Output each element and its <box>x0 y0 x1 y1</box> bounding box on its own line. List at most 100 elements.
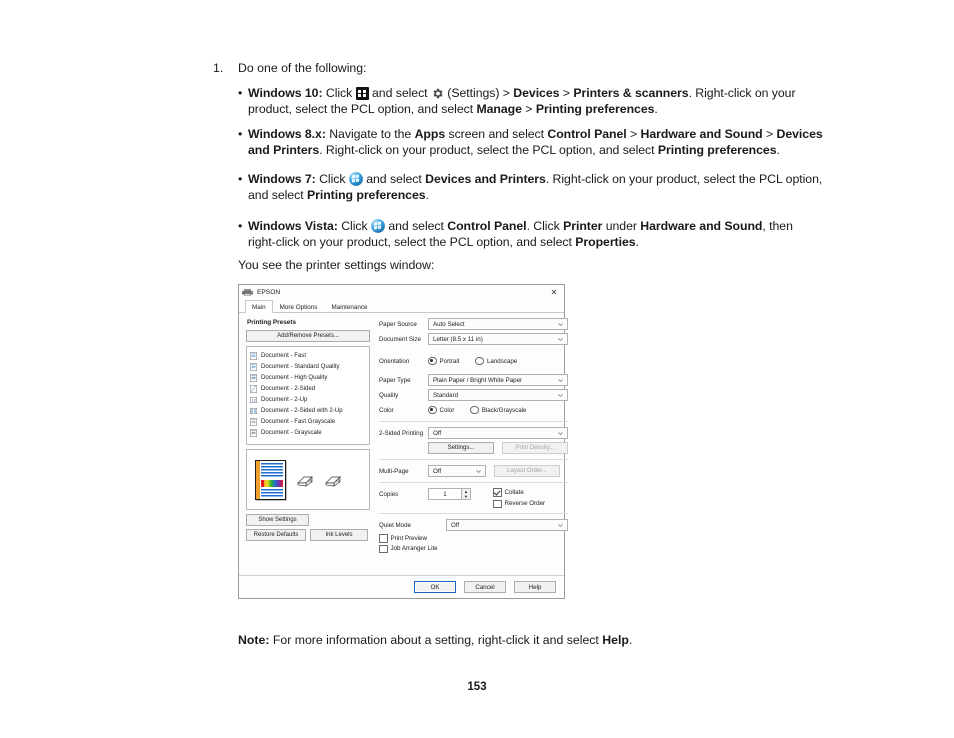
multi-page-label: Multi-Page <box>379 467 409 475</box>
numbered-step: 1. Do one of the following: <box>213 61 833 76</box>
stepper-down-icon[interactable]: ▼ <box>462 494 470 499</box>
quiet-mode-row: Quiet Mode Off <box>379 519 568 531</box>
orientation-landscape-radio[interactable]: Landscape <box>475 356 517 366</box>
list-item[interactable]: Document - Grayscale <box>250 427 367 438</box>
step-number: 1. <box>213 61 224 75</box>
copies-input[interactable]: 1 <box>428 488 462 500</box>
bullet-windows-vista: • Windows Vista: Click and select Contro… <box>238 219 793 249</box>
dialog-footer: OK Cancel Help <box>239 575 564 598</box>
list-item-label: Document - Fast <box>261 352 307 359</box>
printing-presets-title: Printing Presets <box>247 319 297 326</box>
bullet-marker: • <box>238 219 243 233</box>
settings-button[interactable]: Settings... <box>428 442 494 454</box>
dialog-title: EPSON <box>257 289 281 296</box>
two-sided-printing-select[interactable]: Off <box>428 427 568 439</box>
document-icon <box>250 351 257 360</box>
bullet-marker: • <box>238 86 243 100</box>
list-item-label: Document - High Quality <box>261 374 328 381</box>
print-preview-checkbox[interactable]: Print Preview <box>379 534 568 543</box>
cancel-button[interactable]: Cancel <box>464 581 506 593</box>
bullet-label: Windows 8.x: <box>248 127 326 141</box>
multi-page-select[interactable]: Off <box>428 465 486 477</box>
two-sided-two-up-icon <box>250 407 257 415</box>
copies-row: Copies 1 ▲ ▼ Collate Reverse Order <box>379 488 568 508</box>
restore-defaults-button[interactable]: Restore Defaults <box>246 529 306 541</box>
svg-text:18: 18 <box>336 479 340 483</box>
dialog-tabs: Main More Options Maintenance <box>239 300 564 314</box>
document-icon <box>250 384 257 393</box>
quiet-mode-label: Quiet Mode <box>379 521 411 529</box>
quality-label: Quality <box>379 391 399 399</box>
add-remove-presets-button[interactable]: Add/Remove Presets... <box>246 330 370 342</box>
radio-indicator <box>428 356 437 366</box>
multi-page-value: Off <box>433 467 442 475</box>
color-color-label: Color <box>439 406 455 414</box>
document-icon <box>250 362 257 371</box>
tab-main[interactable]: Main <box>245 300 273 314</box>
document-size-select[interactable]: Letter (8.5 x 11 in) <box>428 333 568 345</box>
two-sided-printing-row: 2-Sided Printing Off <box>379 427 568 439</box>
bullet-windows-10: • Windows 10: Click and select (Settings… <box>238 86 796 116</box>
job-arranger-lite-checkbox[interactable]: Job Arranger Lite <box>379 544 568 553</box>
checkbox-indicator <box>379 534 388 543</box>
orientation-portrait-radio[interactable]: Portrait <box>428 356 459 366</box>
reverse-order-label: Reverse Order <box>504 500 546 508</box>
list-item[interactable]: Document - Standard Quality <box>250 361 367 372</box>
settings-panel: Paper Source Auto Select Document Size L… <box>370 318 568 553</box>
paper-source-value: Auto Select <box>433 320 465 328</box>
list-item[interactable]: Document - Fast Grayscale <box>250 416 367 427</box>
list-item[interactable]: 12 Document - 2-Up <box>250 394 367 405</box>
list-item[interactable]: Document - High Quality <box>250 372 367 383</box>
list-item-label: Document - Standard Quality <box>261 363 340 370</box>
checkbox-indicator <box>379 544 388 553</box>
list-item-label: Document - Fast Grayscale <box>261 418 336 425</box>
tab-maintenance[interactable]: Maintenance <box>324 300 374 313</box>
divider <box>379 513 568 514</box>
document-page: 1. Do one of the following: • Windows 10… <box>0 0 954 738</box>
paper-type-value: Plain Paper / Bright White Paper <box>433 376 523 384</box>
chevron-down-icon <box>558 523 563 528</box>
list-item[interactable]: Document - Fast <box>250 350 367 361</box>
copies-stepper[interactable]: ▲ ▼ <box>462 488 471 500</box>
page-thumbnail-icon <box>255 459 286 500</box>
bullet-windows-7: • Windows 7: Click and select Devices an… <box>238 172 823 202</box>
two-up-icon: 12 <box>250 396 257 404</box>
chevron-down-icon <box>558 322 563 327</box>
copies-label: Copies <box>379 491 399 498</box>
list-item[interactable]: Document - 2-Sided with 2-Up <box>250 405 367 416</box>
note-paragraph: Note: For more information about a setti… <box>238 633 633 647</box>
color-color-radio[interactable]: Color <box>428 405 455 415</box>
reverse-order-checkbox[interactable]: Reverse Order <box>493 499 546 508</box>
close-icon[interactable]: ✕ <box>547 288 561 298</box>
quality-select[interactable]: Standard <box>428 389 568 401</box>
document-icon <box>250 417 257 426</box>
dialog-title-bar: EPSON ✕ <box>239 285 564 300</box>
paper-type-select[interactable]: Plain Paper / Bright White Paper <box>428 374 568 386</box>
tab-more-options[interactable]: More Options <box>273 300 325 313</box>
paper-source-select[interactable]: Auto Select <box>428 318 568 330</box>
bullet-label: Windows 7: <box>248 172 316 186</box>
show-settings-button[interactable]: Show Settings <box>246 514 309 526</box>
paper-source-label: Paper Source <box>379 320 417 328</box>
list-item-label: Document - Grayscale <box>261 429 322 436</box>
bullet-marker: • <box>238 172 243 186</box>
quiet-mode-value: Off <box>451 521 460 529</box>
presets-list[interactable]: Document - Fast Document - Standard Qual… <box>246 346 370 445</box>
ok-button[interactable]: OK <box>414 581 456 593</box>
printer-icon <box>242 289 253 297</box>
multi-page-row: Multi-Page Off Layout Order... <box>379 465 568 477</box>
quality-value: Standard <box>433 391 459 399</box>
dialog-body: Printing Presets Add/Remove Presets... D… <box>239 313 568 553</box>
page-number: 153 <box>467 681 487 693</box>
help-button[interactable]: Help <box>514 581 556 593</box>
list-item[interactable]: Document - 2-Sided <box>250 383 367 394</box>
radio-indicator <box>470 405 479 415</box>
you-see-caption: You see the printer settings window: <box>238 258 435 272</box>
quiet-mode-select[interactable]: Off <box>446 519 568 531</box>
collate-checkbox[interactable]: Collate <box>493 488 545 497</box>
ink-levels-button[interactable]: Ink Levels <box>310 529 368 541</box>
print-density-button: Print Density... <box>502 442 568 454</box>
color-grayscale-radio[interactable]: Black/Grayscale <box>470 405 527 415</box>
chevron-down-icon <box>558 431 563 436</box>
presets-panel: Printing Presets Add/Remove Presets... D… <box>246 318 370 553</box>
